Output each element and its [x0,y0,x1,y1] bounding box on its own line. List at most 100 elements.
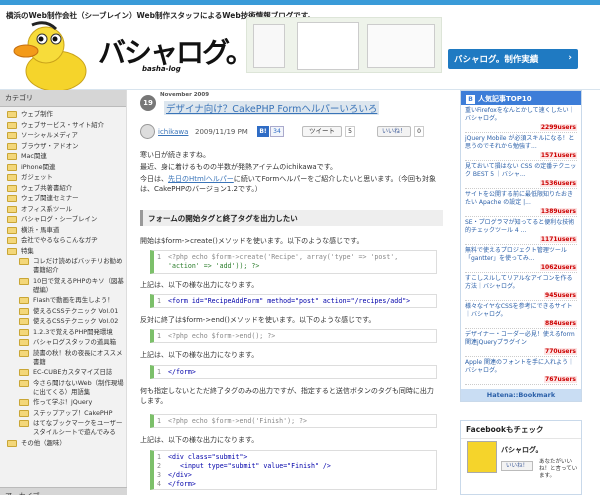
folder-icon [19,349,29,357]
sidebar-category-item[interactable]: バシャログスタッフの道具箱 [19,338,126,347]
author-link[interactable]: ichikawa [158,128,188,136]
post-title-link[interactable]: デザイナ向け？CakePHP Formヘルパーいろいろ [164,101,380,115]
ranking-item-title[interactable]: 様々なイヤなCSSを参考にできるサイト｜バシャログ。 [465,303,573,318]
sidebar-category-item[interactable]: ウェブ関連セミナー [7,194,126,203]
folder-icon [19,328,29,336]
sidebar-category-item[interactable]: ウェブ制作 [7,110,126,119]
sidebar-category-item[interactable]: その他（趣味） [7,439,126,448]
code-block-2[interactable]: 1 <form id="RecipeAddForm" method="post"… [150,294,437,308]
sidebar-category-item[interactable]: ブラウザ・アドオン [7,142,126,151]
sidebar-category-item[interactable]: バシャログ・シーブレイン [7,215,126,224]
intro-line-3: 今日は、先日のHtmlヘルパーに続いてFormヘルパーをご紹介したいと思います。… [140,175,437,193]
ranking-item[interactable]: SE・プログラマが知ってると便利な技術的チェックツール 4 ... 1171use… [465,219,577,245]
ranking-box: B 人気記事TOP10 重いFirefoxをなんとかして速くしたい｜バシャログ。 2… [460,90,582,402]
facebook-page-thumbnail[interactable] [467,441,497,473]
folder-icon [19,369,29,376]
ranking-item[interactable]: 重いFirefoxをなんとかして速くしたい｜バシャログ。 2299users [465,107,577,133]
html-helper-link[interactable]: 先日のHtmlヘルパー [168,175,234,183]
folder-icon [19,277,29,285]
facebook-page-name[interactable]: バシャログ。 [501,445,542,455]
sidebar-category-item[interactable]: 10日で覚えるPHPのキソ（図基礎編） [19,277,126,295]
ranking-item-title[interactable]: jQuery Mobile が必須スキルになる！と思うのでそれから勉強す... [465,135,574,150]
sidebar-category-label: バシャログスタッフの道具箱 [33,338,117,346]
ranking-item[interactable]: 見ておいて損はない CSS の定番テクニック BEST 5 ｜バシャ... 153… [465,163,577,189]
hatena-icon: B [466,95,475,104]
sidebar-category-label: ウェブ共著書紹介 [21,183,73,192]
sidebar-category-item[interactable]: 横浜・馬車道 [7,226,126,235]
sidebar-category-item[interactable]: 1.2.3で覚えるPHP開発環境 [19,328,126,337]
ranking-item-title[interactable]: 見ておいて損はない CSS の定番テクニック BEST 5 ｜バシャ... [465,163,576,178]
folder-icon [7,205,17,213]
facebook-page-like-button[interactable]: いいね！ [501,461,533,471]
tweet-button[interactable]: ツイート [302,126,342,137]
ranking-item-users: 1171users [539,235,577,243]
hatena-bookmark-footer[interactable]: Hatena::Bookmark [461,389,581,401]
sidebar-category-item[interactable]: 使えるCSSテクニック Vol.02 [19,317,126,326]
ranking-item-title[interactable]: デザイナー・コーダー必見！使えるform関連jQueryプラグイン [465,331,575,346]
hatena-bookmark-icon[interactable]: B! [257,126,269,137]
ranking-item[interactable]: デザイナー・コーダー必見！使えるform関連jQueryプラグイン 770user… [465,331,577,357]
facebook-like-button[interactable]: いいね！ [377,126,411,137]
ranking-item-title[interactable]: Apple 関連のフォントを手に入れよう｜バシャログ。 [465,359,574,374]
folder-icon [19,409,29,417]
sidebar-category-item[interactable]: EC-CUBEカスタマイズ日誌 [19,368,126,377]
works-promo-button[interactable]: バシャログ。制作実績 › [448,49,578,69]
ranking-item-users: 767users [544,375,577,383]
ranking-item-title[interactable]: すこしスルしてリアルなアイコンを作る方法｜バシャログ。 [465,275,572,290]
ranking-item[interactable]: 無料で使えるプロジェクト管理ツール「gantter」を使ってみ... 1062us… [465,247,577,273]
sidebar-category-label: 作って学ぶ！jQuery [33,398,93,406]
ranking-item[interactable]: 様々なイヤなCSSを参考にできるサイト｜バシャログ。 884users [465,303,577,329]
ranking-item-users: 884users [544,319,577,327]
ranking-item[interactable]: Apple 関連のフォントを手に入れよう｜バシャログ。 767users [465,359,577,385]
sidebar-category-item[interactable]: ウェブサービス・サイト紹介 [7,121,126,130]
ranking-item[interactable]: jQuery Mobile が必須スキルになる！と思うのでそれから勉強す... 1… [465,135,577,161]
ranking-item-title[interactable]: 重いFirefoxをなんとかして速くしたい｜バシャログ。 [465,107,575,122]
category-list: ウェブ制作ウェブサービス・サイト紹介 ソーシャルメディアブラウザ・アドオン Mac関… [0,107,126,448]
works-banner-image[interactable] [246,17,442,73]
sidebar-category-item[interactable]: 今さら聞けないWeb（制作現場に出てくる）用語集 [19,379,126,397]
sidebar-category-item[interactable]: 使えるCSSテクニック Vol.01 [19,307,126,316]
sidebar-category-label: オフィス系ツール [21,204,72,213]
sidebar-category-label: 今さら聞けないWeb（制作現場に出てくる）用語集 [33,378,124,396]
folder-icon [7,142,17,150]
code-block-3[interactable]: 1 <?php echo $form->end(); ?> [150,329,437,343]
hatena-count[interactable]: 34 [270,126,284,137]
sidebar-category-item[interactable]: ステップアップ！CakePHP [19,409,126,418]
sidebar-category-label: バシャログ・シーブレイン [21,215,98,223]
duck-mascot-icon [13,21,87,91]
ranking-item-users: 2299users [539,123,577,131]
sidebar-category-item[interactable]: Mac関連 [7,152,126,161]
code-block-5[interactable]: 1 <?php echo $form->end('Finish'); ?> [150,414,437,428]
folder-icon [19,399,29,406]
code-block-6[interactable]: 1 <div class="submit"> 2 <input type="subm… [150,450,437,490]
ranking-item-title[interactable]: サイトを公開する前に最低限知りたおきたい Apache の設定 |... [465,191,573,206]
sidebar-category-item[interactable]: 会社でやるならこんなガヂ [7,236,126,245]
code-block-1[interactable]: 1 <?php echo $form->create('Recipe', arr… [150,250,437,274]
post-intro: 寒い日が続きますね。 最近、身に着けるものの半数が発熱アイテムのichikawa… [140,150,447,196]
sidebar-category-item[interactable]: iPhone関連 [7,163,126,172]
post-day-badge: 19 [140,95,156,111]
ranking-item-users: 770users [544,347,577,355]
sidebar-category-item[interactable]: オフィス系ツール [7,205,126,214]
folder-icon [7,439,17,447]
ranking-item-title[interactable]: SE・プログラマが知ってると便利な技術的チェックツール 4 ... [465,219,574,234]
ranking-item-title[interactable]: 無料で使えるプロジェクト管理ツール「gantter」を使ってみ... [465,247,567,262]
code-block-4[interactable]: 1 </form> [150,365,437,379]
sidebar-category-item[interactable]: 特集 [7,247,126,256]
ranking-item[interactable]: すこしスルしてリアルなアイコンを作る方法｜バシャログ。 945users [465,275,577,301]
sidebar-category-label: ウェブ関連セミナー [21,194,79,202]
folder-icon [7,216,17,223]
sidebar-category-item[interactable]: コレだけ読めばバッチリお勧め書籍紹介 [19,257,126,275]
sidebar-category-item[interactable]: ソーシャルメディア [7,131,126,140]
sidebar-category-item[interactable]: 読書の秋！秋の夜長にオススメ書籍 [19,349,126,367]
ranking-item[interactable]: サイトを公開する前に最低限知りたおきたい Apache の設定 |... 1389… [465,191,577,217]
folder-icon [7,247,17,255]
folder-icon [7,174,17,181]
sidebar-category-item[interactable]: はてなブックマークをユーザースタイルシートで遊んでみる [19,419,126,437]
ranking-item-users: 1389users [539,207,577,215]
sidebar-category-item[interactable]: ガジェット [7,173,126,182]
sidebar-category-item[interactable]: 作って学ぶ！jQuery [19,398,126,407]
sidebar-category-label: ソーシャルメディア [21,131,78,139]
sidebar-category-item[interactable]: Flashで動画を再生しよう！ [19,296,126,305]
sidebar-category-item[interactable]: ウェブ共著書紹介 [7,184,126,193]
